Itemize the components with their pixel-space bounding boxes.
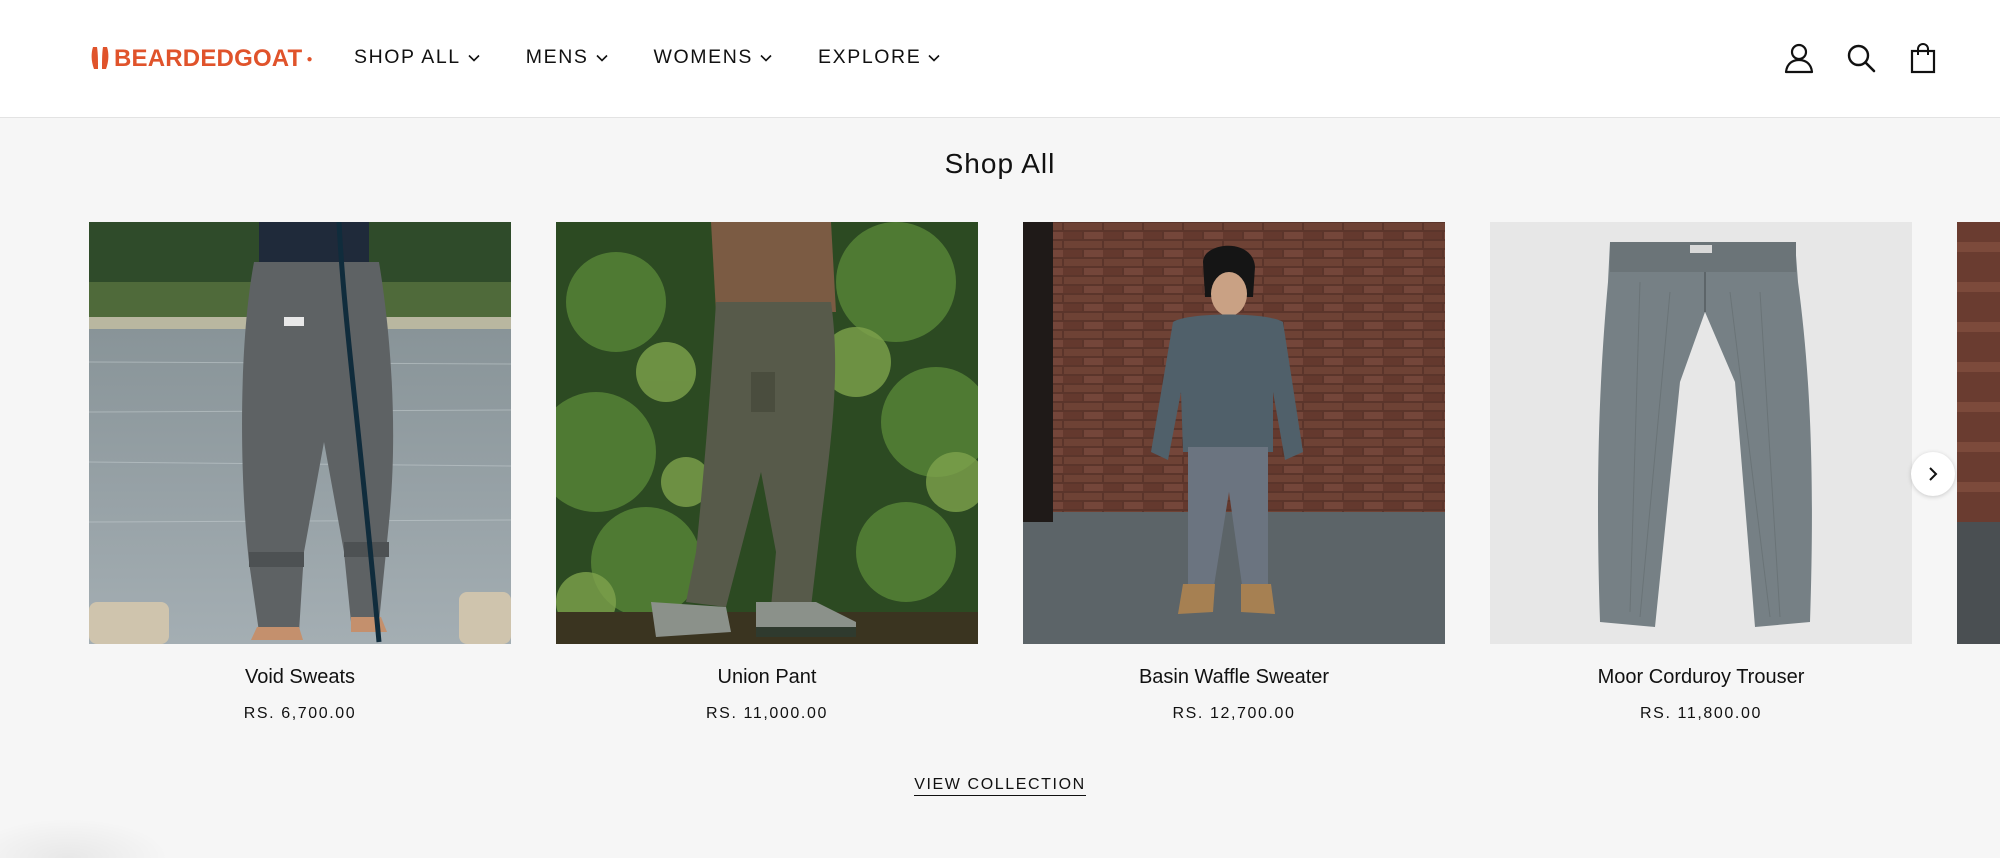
nav-label: MENS [525, 46, 589, 68]
view-collection-link[interactable]: VIEW COLLECTION [914, 776, 1086, 796]
brand-logo[interactable]: BEARDEDGOAT ● [90, 44, 312, 74]
product-card[interactable]: Void Sweats RS. 6,700.00 [89, 222, 511, 723]
account-icon[interactable] [1784, 40, 1814, 76]
logo-trademark-dot: ● [306, 53, 313, 65]
view-collection-wrap: VIEW COLLECTION [0, 776, 2000, 796]
logo-text: BEARDEDGOAT [114, 45, 303, 72]
product-image[interactable] [1957, 222, 2000, 644]
product-card[interactable]: Basin Waffle Sweater RS. 12,700.00 [1023, 222, 1445, 723]
corner-shadow [0, 818, 170, 858]
chevron-right-icon [1929, 467, 1938, 481]
product-price: RS. 11,000.00 [706, 705, 828, 722]
product-card[interactable]: Union Pant RS. 11,000.00 [556, 222, 978, 723]
nav-label: EXPLORE [818, 46, 922, 68]
product-image[interactable] [1490, 222, 1912, 644]
cart-icon[interactable] [1908, 40, 1938, 76]
product-price: RS. 11,800.00 [1640, 705, 1762, 722]
product-price: RS. 12,700.00 [1172, 705, 1296, 722]
product-carousel: Void Sweats RS. 6,700.00 Union Pant RS. … [0, 222, 2000, 742]
section-title: Shop All [944, 148, 1056, 179]
product-name[interactable]: Basin Waffle Sweater [1023, 666, 1445, 689]
chevron-down-icon [468, 54, 480, 62]
product-name[interactable]: Moor Corduroy Trouser [1490, 666, 1912, 689]
site-header: BEARDEDGOAT ● SHOP ALL MENS WOMENS EXPLO… [0, 0, 2000, 118]
header-actions [1784, 40, 1938, 76]
nav-mens[interactable]: MENS [526, 46, 608, 69]
nav-womens[interactable]: WOMENS [654, 46, 773, 69]
product-image[interactable] [1023, 222, 1445, 644]
product-card[interactable]: Moor Corduroy Trouser RS. 11,800.00 [1490, 222, 1912, 723]
chevron-down-icon [595, 54, 608, 62]
nav-shop-all[interactable]: SHOP ALL [354, 46, 480, 69]
nav-explore[interactable]: EXPLORE [818, 46, 940, 69]
goat-hoof-icon [91, 47, 109, 69]
search-icon[interactable] [1846, 40, 1876, 76]
product-image[interactable] [89, 222, 511, 644]
nav-label: WOMENS [653, 46, 754, 68]
product-name[interactable]: Union Pant [556, 666, 978, 689]
chevron-down-icon [928, 54, 940, 62]
product-price: RS. 6,700.00 [243, 705, 357, 722]
nav-label: SHOP ALL [354, 46, 461, 68]
main-nav: SHOP ALL MENS WOMENS EXPLORE [354, 46, 986, 69]
product-image[interactable] [556, 222, 978, 644]
product-name[interactable]: Void Sweats [89, 666, 511, 689]
chevron-down-icon [760, 54, 772, 62]
carousel-next-button[interactable] [1911, 452, 1955, 496]
product-card[interactable] [1957, 222, 2000, 644]
